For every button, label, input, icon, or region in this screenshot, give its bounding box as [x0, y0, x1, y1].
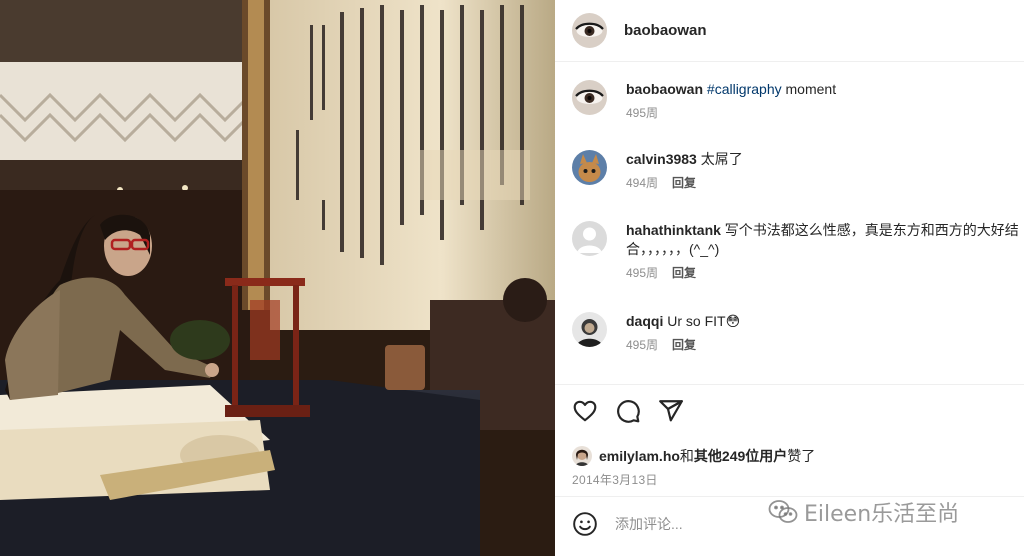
comment-time[interactable]: 494周 — [626, 174, 658, 193]
post-date[interactable]: 2014年3月13日 — [572, 471, 658, 488]
caption-username[interactable]: baobaowan — [626, 81, 703, 97]
comment-meta: 494周 回复 — [626, 174, 743, 193]
comment-username[interactable]: daqqi — [626, 313, 663, 329]
comment-avatar[interactable] — [572, 312, 607, 347]
liker-username[interactable]: emilylam.ho — [599, 448, 680, 464]
divider — [555, 496, 1024, 497]
eye-portrait-avatar-icon — [572, 80, 607, 115]
comment-time[interactable]: 495周 — [626, 336, 658, 355]
reply-button[interactable]: 回复 — [672, 336, 696, 355]
likes-summary: emilylam.ho 和其他249位用户 赞了 — [572, 446, 815, 466]
likes-connector: 和 — [679, 448, 694, 464]
comment-avatar[interactable] — [572, 221, 607, 256]
author-username[interactable]: baobaowan — [624, 22, 707, 39]
post-photo[interactable] — [0, 0, 555, 556]
paper-plane-icon[interactable] — [658, 398, 684, 424]
heart-icon[interactable] — [572, 398, 598, 424]
comment-text: 写个书法都这么性感，真是东方和西方的大好结 — [724, 222, 1019, 238]
comment-item: daqqi Ur so FIT😳 495周 回复 — [572, 312, 1024, 355]
woman-avatar-icon — [572, 446, 592, 466]
comment-username[interactable]: calvin3983 — [626, 151, 697, 167]
comments-list: baobaowan #calligraphy moment 495周 calvi… — [555, 62, 1024, 384]
author-avatar[interactable] — [572, 13, 607, 48]
comment-item: hahathinktank 写个书法都这么性感，真是东方和西方的大好结 合，，，… — [572, 221, 1024, 283]
caption-avatar[interactable] — [572, 80, 607, 115]
comment-body: daqqi Ur so FIT😳 495周 回复 — [626, 312, 740, 355]
post-header: baobaowan — [555, 0, 1024, 62]
comment-meta: 495周 回复 — [626, 336, 740, 355]
comment-body: calvin3983 太屌了 494周 回复 — [626, 150, 743, 193]
comment-text-continued: 合，，，，，，(^_^) — [626, 241, 720, 257]
eye-portrait-avatar-icon — [572, 13, 607, 48]
likes-suffix: 赞了 — [787, 448, 816, 464]
default-avatar-icon — [572, 221, 607, 256]
speech-bubble-icon[interactable] — [615, 398, 641, 424]
caption-body: baobaowan #calligraphy moment 495周 — [626, 80, 836, 123]
likes-others[interactable]: 其他249位用户 — [694, 446, 787, 466]
comment-item: calvin3983 太屌了 494周 回复 — [572, 150, 1024, 193]
caption-hashtag[interactable]: #calligraphy — [707, 81, 782, 97]
reply-button[interactable]: 回复 — [672, 174, 696, 193]
caption-time[interactable]: 495周 — [626, 104, 658, 123]
reply-button[interactable]: 回复 — [672, 264, 696, 283]
liker-avatar[interactable] — [572, 446, 592, 466]
portrait-avatar-icon — [572, 312, 607, 347]
caption-meta: 495周 — [626, 104, 836, 123]
cat-avatar-icon — [572, 150, 607, 185]
divider — [555, 384, 1024, 385]
comment-avatar[interactable] — [572, 150, 607, 185]
add-comment-bar — [572, 511, 995, 537]
caption-item: baobaowan #calligraphy moment 495周 — [572, 80, 1024, 123]
comment-meta: 495周 回复 — [626, 264, 1019, 283]
caption-text: moment — [781, 81, 837, 97]
action-bar — [572, 398, 684, 424]
post-sidebar: baobaowan baobaowan #calligraphy moment — [555, 0, 1024, 556]
smiley-icon[interactable] — [572, 511, 598, 537]
comment-text: Ur so FIT😳 — [667, 313, 741, 329]
comment-text: 太屌了 — [700, 151, 743, 167]
comment-username[interactable]: hahathinktank — [626, 222, 721, 238]
calligraphy-photo — [0, 0, 555, 556]
comment-time[interactable]: 495周 — [626, 264, 658, 283]
comment-body: hahathinktank 写个书法都这么性感，真是东方和西方的大好结 合，，，… — [626, 221, 1019, 283]
comment-input[interactable] — [615, 516, 995, 532]
